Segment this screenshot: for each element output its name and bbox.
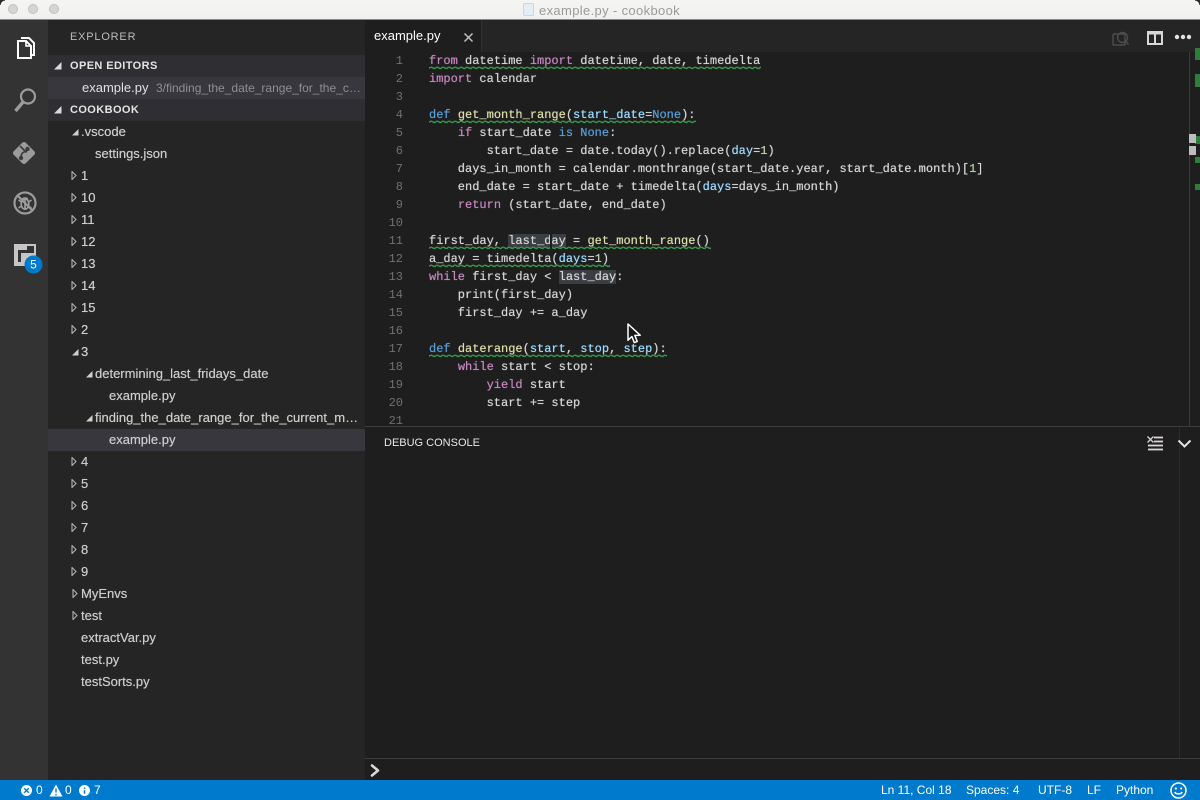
svg-text:5: 5	[30, 258, 37, 272]
